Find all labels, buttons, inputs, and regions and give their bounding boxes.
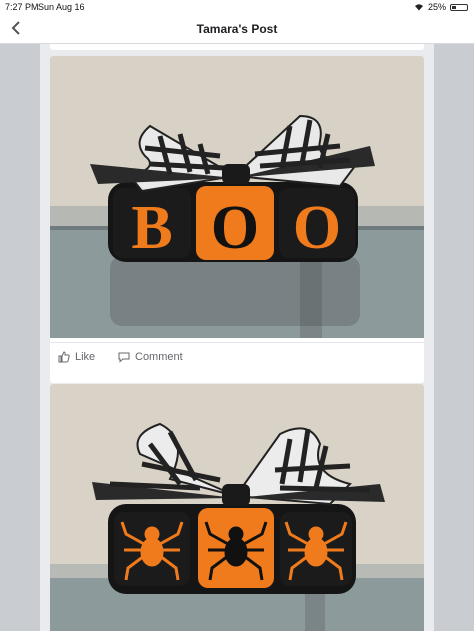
previous-card-edge — [50, 44, 424, 50]
letter-b: B — [131, 194, 172, 262]
like-label: Like — [75, 351, 96, 363]
nav-bar: Tamara's Post — [0, 14, 474, 44]
like-button[interactable]: Like — [58, 351, 95, 363]
letter-o-middle: O — [211, 194, 259, 262]
status-right: 25% — [414, 2, 468, 12]
letter-o-right: O — [293, 194, 341, 262]
photo-image: B O O — [50, 56, 424, 338]
status-time: 7:27 PM — [5, 2, 39, 12]
comment-button[interactable]: Comment — [118, 351, 183, 363]
comment-label: Comment — [135, 351, 183, 363]
page-title: Tamara's Post — [196, 22, 278, 36]
comment-icon — [118, 352, 130, 363]
photo-card: B O O Like Comment — [50, 56, 424, 383]
battery-icon — [450, 3, 468, 11]
status-bar: 7:27 PM Sun Aug 16 25% — [0, 0, 474, 14]
thumbs-up-icon — [58, 351, 70, 363]
post-actions: Like Comment — [50, 342, 424, 379]
photo-card — [50, 384, 424, 631]
boo-blocks-photo[interactable]: B O O — [50, 56, 424, 338]
spider-blocks-photo[interactable] — [50, 384, 424, 631]
wifi-icon — [414, 4, 423, 11]
photo-image — [50, 384, 424, 631]
status-date: Sun Aug 16 — [38, 2, 85, 12]
post-content[interactable]: B O O Like Comment — [40, 44, 434, 631]
battery-percent: 25% — [427, 2, 446, 12]
